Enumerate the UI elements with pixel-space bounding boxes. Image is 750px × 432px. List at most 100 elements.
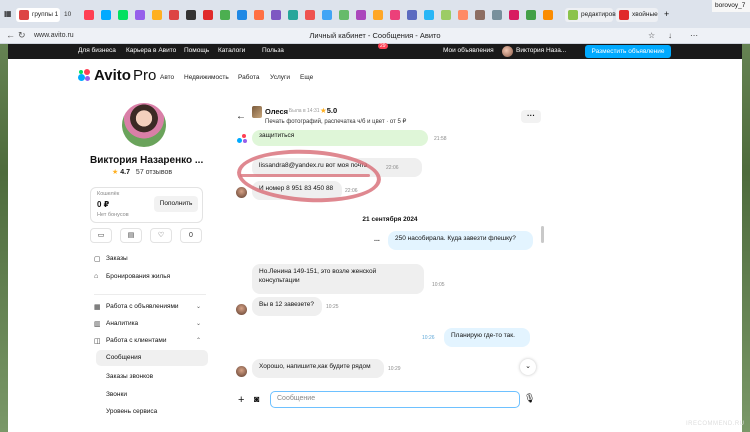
notifications-counter[interactable]: 0: [180, 228, 202, 243]
attach-plus-icon[interactable]: +: [238, 394, 244, 406]
chevron-down-icon[interactable]: ⌄: [196, 303, 201, 310]
pinned-tab-icon[interactable]: [356, 10, 366, 20]
pinned-tab-icon[interactable]: [84, 10, 94, 20]
menu-bookings[interactable]: Бронирования жилья: [106, 273, 170, 280]
bookmark-icon[interactable]: ☆: [648, 31, 655, 40]
brand-row: Avito Pro Авто Недвижимость Работа Услуг…: [8, 59, 742, 97]
menu-calls[interactable]: Звонки: [106, 391, 127, 398]
pinned-tab-icon[interactable]: [220, 10, 230, 20]
topup-button[interactable]: Пополнить: [154, 196, 198, 212]
pinned-tab-icon[interactable]: [526, 10, 536, 20]
pinned-tab-icon[interactable]: [169, 10, 179, 20]
message-input[interactable]: Сообщение: [270, 391, 520, 408]
ad-subtitle[interactable]: Печать фотографий, распечатка ч/б и цвет…: [265, 118, 406, 125]
avito-logo-icon[interactable]: [78, 69, 92, 83]
cat-auto[interactable]: Авто: [160, 74, 174, 81]
pinned-tab-icon[interactable]: [254, 10, 264, 20]
pinned-tab-icon[interactable]: [509, 10, 519, 20]
pinned-tab-icon[interactable]: [339, 10, 349, 20]
pinned-tab-icon[interactable]: [135, 10, 145, 20]
post-ad-button[interactable]: Разместить объявление: [585, 45, 671, 58]
cat-more[interactable]: Еще: [300, 74, 313, 81]
user-menu[interactable]: Виктория Наза...: [516, 47, 566, 54]
pinned-tab-icon[interactable]: [458, 10, 468, 20]
chat-icon[interactable]: ▭: [90, 228, 112, 243]
profile-name[interactable]: Виктория Назаренко ...: [90, 155, 210, 166]
menu-service-level[interactable]: Уровень сервиса: [106, 408, 157, 415]
pinned-tab-icon[interactable]: [322, 10, 332, 20]
message-text: Планирую где-то так.: [451, 332, 515, 339]
tabs-overview-icon[interactable]: ▦: [4, 9, 12, 18]
menu-divider: [94, 294, 206, 295]
tab-group[interactable]: группы 1: [16, 8, 60, 22]
profile-photo[interactable]: [122, 103, 166, 147]
tab-conifer-label: хвойные: [632, 11, 658, 18]
tab-edit[interactable]: редактировать: [565, 8, 625, 22]
new-tab-icon[interactable]: +: [664, 9, 669, 19]
message-text: 250 насобирала. Куда завезти флешку?: [395, 235, 516, 242]
contact-name[interactable]: Олеся: [265, 107, 288, 116]
contact-avatar[interactable]: [252, 106, 262, 118]
tab-conifer[interactable]: хвойные: [616, 8, 658, 22]
pinned-tab-icon[interactable]: [475, 10, 485, 20]
menu-clients[interactable]: Работа с клиентами: [106, 337, 166, 344]
nav-career[interactable]: Карьера в Авито: [126, 47, 176, 54]
chat-scrollbar[interactable]: [541, 226, 544, 243]
cat-services[interactable]: Услуги: [270, 74, 290, 81]
camera-icon[interactable]: ◙: [254, 394, 259, 404]
pinned-tab-icon[interactable]: [543, 10, 553, 20]
message-bubble: 250 насобирала. Куда завезти флешку?: [388, 231, 533, 250]
heart-icon[interactable]: ♡: [150, 228, 172, 243]
back-arrow-icon[interactable]: ←: [236, 111, 246, 122]
pinned-tab-icon[interactable]: [152, 10, 162, 20]
pinned-tab-icon[interactable]: [390, 10, 400, 20]
pinned-tab-icon[interactable]: [186, 10, 196, 20]
yandex-user[interactable]: borovoy_7: [712, 0, 750, 12]
star-icon: ★: [112, 169, 119, 176]
menu-ads-work[interactable]: Работа с объявлениями: [106, 303, 179, 310]
contact-rating-value: 5.0: [326, 106, 338, 115]
menu-call-orders[interactable]: Заказы звонков: [106, 373, 153, 380]
highlight-stroke: [240, 174, 370, 177]
pinned-tab-icon[interactable]: [237, 10, 247, 20]
message-time: 10:05: [432, 282, 445, 288]
pinned-tab-icon[interactable]: [407, 10, 417, 20]
message-bubble: Но.Ленина 149-151, это возле женской кон…: [252, 264, 424, 294]
more-options-button[interactable]: ···: [521, 110, 541, 123]
pinned-tab-icon[interactable]: [373, 10, 383, 20]
microphone-icon[interactable]: 🎙: [524, 393, 535, 404]
chevron-up-icon[interactable]: ⌃: [196, 337, 201, 344]
extensions-icon[interactable]: ⋯: [690, 31, 698, 40]
download-icon[interactable]: ↓: [668, 31, 672, 40]
message-text: Но.Ленина 149-151, это возле женской кон…: [259, 268, 377, 284]
cat-jobs[interactable]: Работа: [238, 74, 259, 81]
menu-orders[interactable]: Заказы: [106, 255, 128, 262]
nav-catalogs[interactable]: Каталоги: [218, 47, 245, 54]
message-time: 10:26: [422, 335, 435, 341]
pinned-tab-icon[interactable]: [305, 10, 315, 20]
nav-business[interactable]: Для бизнеса: [78, 47, 116, 54]
pinned-tab-icon[interactable]: [441, 10, 451, 20]
nav-help[interactable]: Помощь: [184, 47, 209, 54]
user-avatar[interactable]: [502, 46, 513, 57]
nav-benefit[interactable]: Польза: [262, 47, 284, 54]
pinned-tab-icon[interactable]: [203, 10, 213, 20]
cart-icon[interactable]: ▤: [120, 228, 142, 243]
avito-support-icon: [237, 134, 248, 145]
brand-name[interactable]: Avito: [94, 67, 131, 84]
pinned-tab-icon[interactable]: [101, 10, 111, 20]
brand-suffix: Pro: [133, 67, 157, 84]
scroll-down-button[interactable]: ⌄: [520, 359, 536, 375]
analytics-icon: ▥: [94, 321, 101, 328]
menu-analytics[interactable]: Аналитика: [106, 320, 138, 327]
menu-messages[interactable]: Сообщения: [106, 354, 141, 361]
pinned-tab-icon[interactable]: [288, 10, 298, 20]
reviews-link[interactable]: 57 отзывов: [136, 169, 172, 176]
pinned-tab-icon[interactable]: [424, 10, 434, 20]
chevron-down-icon[interactable]: ⌄: [196, 320, 201, 327]
pinned-tab-icon[interactable]: [492, 10, 502, 20]
pinned-tab-icon[interactable]: [118, 10, 128, 20]
cat-realty[interactable]: Недвижимость: [184, 74, 229, 81]
pinned-tab-icon[interactable]: [271, 10, 281, 20]
my-ads-link[interactable]: Мои объявления: [443, 47, 494, 54]
